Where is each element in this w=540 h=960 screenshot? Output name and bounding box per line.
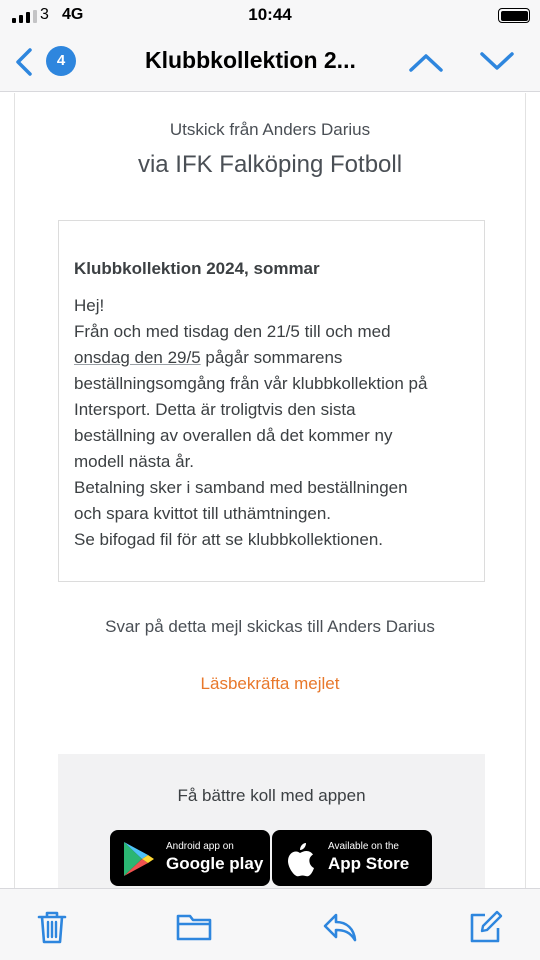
app-store-label: App Store: [328, 854, 410, 873]
sender-line: Utskick från Anders Darius: [169, 120, 371, 139]
message-line: beställning av overallen då det kommer n…: [74, 426, 393, 445]
reply-button[interactable]: [322, 909, 358, 945]
unread-count-badge[interactable]: 4: [46, 46, 76, 76]
mail-subject-title: Klubbkollektion 2...: [145, 47, 356, 73]
message-line: Betalning sker i samband med beställning…: [74, 478, 408, 497]
next-mail-button[interactable]: [476, 44, 518, 80]
message-line: beställningsomgång från vår klubbkollekt…: [74, 374, 428, 393]
message-line: Se bifogad fil för att se klubbkollektio…: [74, 530, 384, 549]
chevron-down-icon: [480, 52, 514, 70]
trash-icon: [37, 911, 67, 944]
read-receipt-link[interactable]: Läsbekräfta mejlet: [15, 674, 525, 694]
google-play-small-label: Android app on: [166, 841, 234, 852]
folder-icon: [176, 914, 212, 941]
google-play-button[interactable]: Android app on Google play: [110, 830, 270, 886]
chevron-left-icon: [16, 48, 32, 76]
message-line: modell nästa år.: [74, 452, 195, 471]
chevron-up-icon: [409, 54, 443, 72]
via-line: via IFK Falköping Fotboll: [137, 151, 403, 178]
compose-icon: [470, 910, 503, 943]
app-promo-text: Få bättre koll med appen: [177, 786, 366, 805]
nav-bar: 4 Klubbkollektion 2...: [0, 32, 540, 92]
delete-button[interactable]: [34, 909, 70, 945]
message-line: Intersport. Detta är troligtvis den sist…: [74, 400, 356, 419]
message-line: och spara kvittot till uthämtningen.: [74, 504, 332, 523]
message-line: onsdag den 29/5 pågår sommarens: [74, 345, 479, 371]
message-line: Hej!: [74, 296, 105, 315]
clock: 10:44: [248, 5, 292, 24]
move-to-folder-button[interactable]: [176, 909, 212, 945]
app-store-button[interactable]: Available on the App Store: [272, 830, 432, 886]
reply-icon: [323, 913, 357, 942]
message-box: Klubbkollektion 2024, sommar Hej! Från o…: [58, 220, 485, 582]
compose-button[interactable]: [468, 909, 504, 945]
app-promo-banner: Få bättre koll med appen Android app on …: [58, 754, 485, 888]
message-title: Klubbkollektion 2024, sommar: [74, 259, 320, 278]
google-play-label: Google play: [166, 854, 264, 873]
date-link[interactable]: onsdag den 29/5: [74, 348, 201, 367]
message-body: Hej! Från och med tisdag den 21/5 till o…: [74, 293, 479, 553]
battery-icon: [498, 8, 530, 23]
message-line: Från och med tisdag den 21/5 till och me…: [74, 322, 391, 341]
google-play-icon: [124, 842, 154, 876]
bottom-toolbar: [0, 888, 540, 960]
mail-content: Utskick från Anders Darius via IFK Falkö…: [14, 93, 526, 888]
app-store-small-label: Available on the: [328, 841, 399, 852]
reply-note: Svar på detta mejl skickas till Anders D…: [105, 617, 435, 636]
previous-mail-button[interactable]: [405, 44, 447, 80]
message-line-rest: pågår sommarens: [200, 348, 343, 367]
back-button[interactable]: [8, 44, 44, 80]
apple-icon: [288, 843, 314, 877]
status-bar: 3 4G 10:44: [0, 0, 540, 32]
